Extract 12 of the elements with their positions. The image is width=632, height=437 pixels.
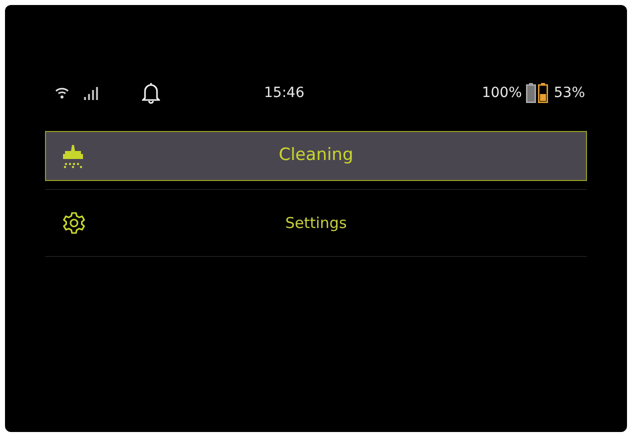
bell-icon[interactable] — [142, 82, 160, 104]
signal-icon — [84, 86, 98, 100]
clock-time: 15:46 — [264, 84, 304, 102]
menu-item[interactable]: Cleaning — [45, 131, 587, 181]
settings-icon — [62, 211, 86, 235]
battery-percentage: 100% — [482, 84, 522, 102]
menu-item[interactable]: Settings — [45, 198, 587, 248]
battery-icon — [526, 83, 536, 103]
battery-percentage: 53% — [554, 84, 585, 102]
brush-icon — [62, 144, 84, 168]
battery-icon — [538, 83, 548, 103]
wifi-icon — [54, 86, 70, 100]
